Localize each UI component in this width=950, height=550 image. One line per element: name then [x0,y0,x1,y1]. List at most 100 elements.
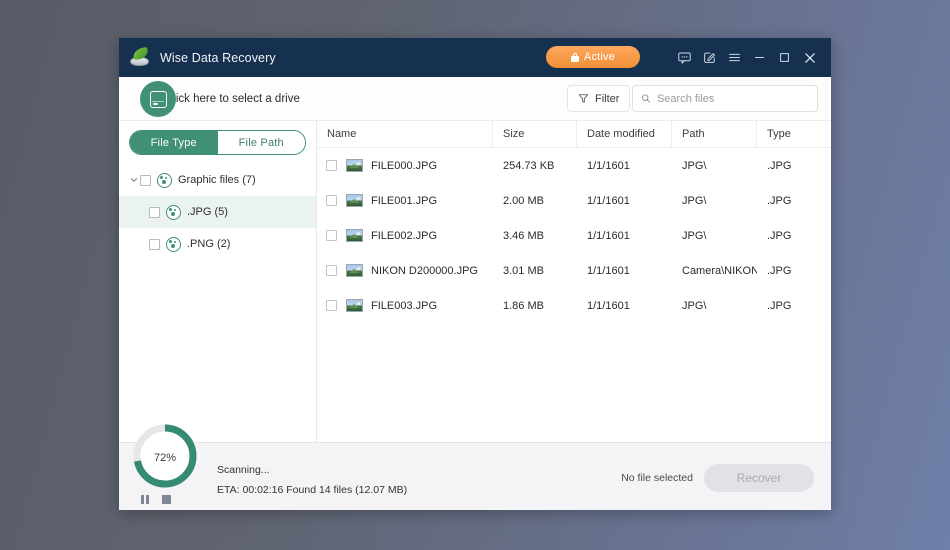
scan-controls [141,495,171,504]
tree-item-label: .PNG (2) [187,238,231,250]
lock-icon [570,52,579,62]
progress-percent-label: 72% [153,452,177,464]
maximize-icon[interactable] [772,38,797,77]
file-list-panel: Name Size Date modified Path Type FILE00… [317,120,831,442]
recover-actions: No file selected Recover [621,464,814,492]
minimize-icon[interactable] [747,38,772,77]
file-path: JPG\ [682,194,707,207]
scan-progress-ring: 72% [130,421,200,491]
tree-item-graphic-files[interactable]: Graphic files (7) [119,164,316,196]
graphic-file-icon [166,204,181,220]
filter-button[interactable]: Filter [567,85,631,112]
active-license-badge[interactable]: Active [546,46,640,68]
drive-icon [140,81,176,117]
file-date-modified: 1/1/1601 [587,299,630,312]
select-drive-button[interactable]: Click here to select a drive [140,81,300,117]
select-drive-label: Click here to select a drive [165,93,300,105]
tree-checkbox[interactable] [149,238,160,250]
image-thumbnail-icon [346,264,363,277]
pause-icon[interactable] [141,495,149,504]
column-header-path[interactable]: Path [672,120,757,148]
image-thumbnail-icon [346,194,363,207]
row-checkbox[interactable] [326,195,337,206]
file-size: 3.46 MB [503,229,544,242]
table-row[interactable]: FILE003.JPG 1.86 MB 1/1/1601 JPG\ .JPG [317,288,831,323]
file-path: JPG\ [682,299,707,312]
file-date-modified: 1/1/1601 [587,264,630,277]
filter-icon [578,94,589,103]
search-input[interactable] [656,92,809,105]
file-name: FILE001.JPG [371,194,438,207]
tree-checkbox[interactable] [149,206,160,218]
table-row[interactable]: FILE001.JPG 2.00 MB 1/1/1601 JPG\ .JPG [317,183,831,218]
image-thumbnail-icon [346,159,363,172]
table-row[interactable]: NIKON D200000.JPG 3.01 MB 1/1/1601 Camer… [317,253,831,288]
active-badge-label: Active [583,51,616,63]
file-date-modified: 1/1/1601 [587,194,630,207]
edit-icon[interactable] [697,38,722,77]
filetype-filepath-toggle: File Type File Path [129,130,306,155]
scan-state-label: Scanning... [217,464,270,476]
app-logo-icon [129,46,151,69]
filter-label: Filter [595,92,620,105]
file-type: .JPG [767,299,792,312]
sidebar: File Type File Path Graphic files (7) .J… [119,121,317,442]
file-name: NIKON D200000.JPG [371,264,478,277]
tree-checkbox[interactable] [140,174,151,186]
title-bar: Wise Data Recovery Active [119,38,831,77]
toolbar: Click here to select a drive Filter [119,77,831,121]
file-size: 254.73 KB [503,159,555,172]
table-row[interactable]: FILE002.JPG 3.46 MB 1/1/1601 JPG\ .JPG [317,218,831,253]
file-size: 3.01 MB [503,264,544,277]
window-title: Wise Data Recovery [160,50,276,65]
main-body: File Type File Path Graphic files (7) .J… [119,120,831,442]
file-type: .JPG [767,159,792,172]
row-checkbox[interactable] [326,230,337,241]
scan-detail-label: ETA: 00:02:16 Found 14 files (12.07 MB) [217,484,408,496]
file-size: 2.00 MB [503,194,544,207]
row-checkbox[interactable] [326,160,337,171]
graphic-file-icon [157,172,172,188]
file-size: 1.86 MB [503,299,544,312]
file-name: FILE000.JPG [371,159,438,172]
column-header-date-modified[interactable]: Date modified [577,120,672,148]
file-type-tree: Graphic files (7) .JPG (5) .PNG (2) [119,164,316,442]
file-path: Camera\NIKON C... [682,264,757,277]
menu-icon[interactable] [722,38,747,77]
table-header: Name Size Date modified Path Type [317,120,831,148]
table-body: FILE000.JPG 254.73 KB 1/1/1601 JPG\ .JPG… [317,148,831,442]
column-header-size[interactable]: Size [493,120,577,148]
file-path: JPG\ [682,159,707,172]
search-box[interactable] [632,85,818,112]
row-checkbox[interactable] [326,300,337,311]
feedback-icon[interactable] [672,38,697,77]
file-path: JPG\ [682,229,707,242]
graphic-file-icon [166,236,181,252]
tab-file-type[interactable]: File Type [130,131,218,154]
recover-button[interactable]: Recover [704,464,814,492]
tree-item-label: Graphic files (7) [178,174,256,186]
tree-item-label: .JPG (5) [187,206,228,218]
file-type: .JPG [767,264,792,277]
file-date-modified: 1/1/1601 [587,229,630,242]
column-header-name[interactable]: Name [317,120,493,148]
search-icon [641,94,651,103]
row-checkbox[interactable] [326,265,337,276]
file-date-modified: 1/1/1601 [587,159,630,172]
table-row[interactable]: FILE000.JPG 254.73 KB 1/1/1601 JPG\ .JPG [317,148,831,183]
window-controls [672,38,822,77]
chevron-down-icon[interactable] [127,176,140,184]
status-bar: 72% Scanning... ETA: 00:02:16 Found 14 f… [119,424,831,510]
file-name: FILE003.JPG [371,299,438,312]
selection-status-label: No file selected [621,472,693,484]
file-name: FILE002.JPG [371,229,438,242]
column-header-type[interactable]: Type [757,121,831,148]
stop-icon[interactable] [161,495,171,504]
tree-item-png[interactable]: .PNG (2) [119,228,316,260]
file-type: .JPG [767,229,792,242]
tab-file-path[interactable]: File Path [217,131,305,154]
file-type: .JPG [767,194,792,207]
tree-item-jpg[interactable]: .JPG (5) [119,196,316,228]
close-icon[interactable] [797,38,822,77]
application-window: Wise Data Recovery Active Click here to … [119,38,831,510]
